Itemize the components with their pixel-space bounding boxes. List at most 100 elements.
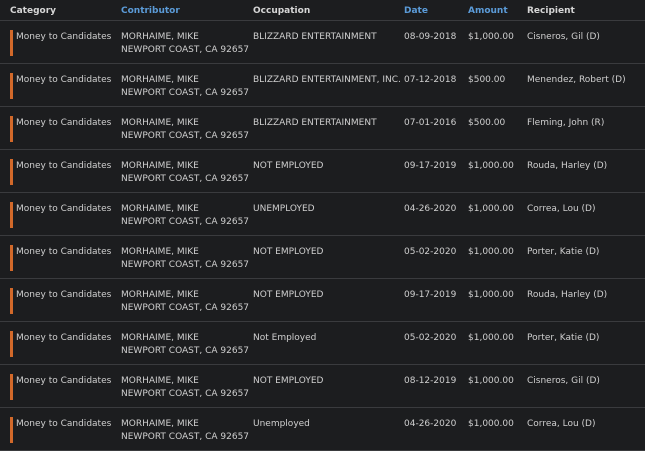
date-cell: 07-01-2016 [404, 118, 457, 128]
column-header-recipient: Recipient [527, 6, 575, 16]
category-color-bar [10, 245, 13, 271]
contributor-location: NEWPORT COAST, CA 92657 [121, 174, 250, 184]
amount-cell: $500.00 [468, 75, 506, 85]
occupation-cell: UNEMPLOYED [253, 204, 315, 214]
contributor-name: MORHAIME, MIKE [121, 290, 199, 300]
contributor-name: MORHAIME, MIKE [121, 376, 199, 386]
column-header-contributor-sort[interactable]: Contributor [121, 6, 180, 16]
occupation-cell: BLIZZARD ENTERTAINMENT [253, 118, 377, 128]
contributor-cell: MORHAIME, MIKE NEWPORT COAST, CA 92657 [121, 246, 249, 272]
table-row: Money to Candidates MORHAIME, MIKE NEWPORT… [0, 365, 645, 408]
date-cell: 05-02-2020 [404, 333, 457, 343]
contributor-cell: MORHAIME, MIKE NEWPORT COAST, CA 92657 [121, 160, 249, 186]
column-header-date-sort[interactable]: Date [404, 6, 428, 16]
contributor-cell: MORHAIME, MIKE NEWPORT COAST, CA 92657 [121, 289, 249, 315]
occupation-cell: Not Employed [253, 333, 317, 343]
category-color-bar [10, 159, 13, 185]
recipient-cell: Menendez, Robert (D) [527, 75, 626, 85]
occupation-cell: BLIZZARD ENTERTAINMENT, INC. [253, 75, 401, 85]
category-cell: Money to Candidates [16, 118, 112, 128]
contributor-cell: MORHAIME, MIKE NEWPORT COAST, CA 92657 [121, 31, 249, 57]
recipient-cell: Fleming, John (R) [527, 118, 605, 128]
contributor-location: NEWPORT COAST, CA 92657 [121, 88, 250, 98]
table-row: Money to Candidates MORHAIME, MIKE NEWPORT… [0, 408, 645, 451]
amount-cell: $1,000.00 [468, 32, 514, 42]
category-cell: Money to Candidates [16, 204, 112, 214]
contributor-cell: MORHAIME, MIKE NEWPORT COAST, CA 92657 [121, 375, 249, 401]
contributor-location: NEWPORT COAST, CA 92657 [121, 389, 250, 399]
contributor-cell: MORHAIME, MIKE NEWPORT COAST, CA 92657 [121, 332, 249, 358]
table-row: Money to Candidates MORHAIME, MIKE NEWPORT… [0, 21, 645, 64]
table-row: Money to Candidates MORHAIME, MIKE NEWPORT… [0, 236, 645, 279]
contributions-table: Category Contributor Occupation Date Amo… [0, 0, 645, 451]
contributor-name: MORHAIME, MIKE [121, 161, 199, 171]
table-row: Money to Candidates MORHAIME, MIKE NEWPORT… [0, 64, 645, 107]
amount-cell: $1,000.00 [468, 161, 514, 171]
category-color-bar [10, 202, 13, 228]
amount-cell: $1,000.00 [468, 204, 514, 214]
category-color-bar [10, 73, 13, 99]
category-color-bar [10, 288, 13, 314]
table-body: Money to Candidates MORHAIME, MIKE NEWPORT… [0, 21, 645, 451]
contributor-location: NEWPORT COAST, CA 92657 [121, 432, 250, 442]
recipient-cell: Correa, Lou (D) [527, 419, 596, 429]
column-header-category: Category [10, 6, 57, 16]
recipient-cell: Cisneros, Gil (D) [527, 32, 600, 42]
category-cell: Money to Candidates [16, 32, 112, 42]
category-cell: Money to Candidates [16, 75, 112, 85]
contributor-location: NEWPORT COAST, CA 92657 [121, 303, 250, 313]
contributor-location: NEWPORT COAST, CA 92657 [121, 131, 250, 141]
contributor-name: MORHAIME, MIKE [121, 204, 199, 214]
category-cell: Money to Candidates [16, 290, 112, 300]
contributor-name: MORHAIME, MIKE [121, 75, 199, 85]
category-color-bar [10, 417, 13, 443]
contributor-name: MORHAIME, MIKE [121, 247, 199, 257]
occupation-cell: BLIZZARD ENTERTAINMENT [253, 32, 377, 42]
occupation-cell: NOT EMPLOYED [253, 290, 324, 300]
category-color-bar [10, 30, 13, 56]
occupation-cell: Unemployed [253, 419, 310, 429]
recipient-cell: Porter, Katie (D) [527, 333, 600, 343]
amount-cell: $1,000.00 [468, 376, 514, 386]
contributor-cell: MORHAIME, MIKE NEWPORT COAST, CA 92657 [121, 117, 249, 143]
contributor-location: NEWPORT COAST, CA 92657 [121, 346, 250, 356]
amount-cell: $1,000.00 [468, 333, 514, 343]
date-cell: 05-02-2020 [404, 247, 457, 257]
category-color-bar [10, 374, 13, 400]
category-cell: Money to Candidates [16, 247, 112, 257]
recipient-cell: Rouda, Harley (D) [527, 161, 608, 171]
contributor-name: MORHAIME, MIKE [121, 32, 199, 42]
recipient-cell: Rouda, Harley (D) [527, 290, 608, 300]
table-row: Money to Candidates MORHAIME, MIKE NEWPORT… [0, 150, 645, 193]
category-cell: Money to Candidates [16, 333, 112, 343]
recipient-cell: Correa, Lou (D) [527, 204, 596, 214]
recipient-cell: Cisneros, Gil (D) [527, 376, 600, 386]
category-cell: Money to Candidates [16, 161, 112, 171]
contributor-name: MORHAIME, MIKE [121, 333, 199, 343]
table-row: Money to Candidates MORHAIME, MIKE NEWPORT… [0, 279, 645, 322]
occupation-cell: NOT EMPLOYED [253, 376, 324, 386]
category-color-bar [10, 116, 13, 142]
amount-cell: $1,000.00 [468, 247, 514, 257]
contributor-cell: MORHAIME, MIKE NEWPORT COAST, CA 92657 [121, 203, 249, 229]
category-color-bar [10, 331, 13, 357]
contributor-name: MORHAIME, MIKE [121, 118, 199, 128]
date-cell: 08-12-2019 [404, 376, 457, 386]
contributor-location: NEWPORT COAST, CA 92657 [121, 217, 250, 227]
date-cell: 04-26-2020 [404, 204, 457, 214]
amount-cell: $500.00 [468, 118, 506, 128]
date-cell: 04-26-2020 [404, 419, 457, 429]
occupation-cell: NOT EMPLOYED [253, 161, 324, 171]
contributor-cell: MORHAIME, MIKE NEWPORT COAST, CA 92657 [121, 74, 249, 100]
contributor-location: NEWPORT COAST, CA 92657 [121, 260, 250, 270]
contributor-cell: MORHAIME, MIKE NEWPORT COAST, CA 92657 [121, 418, 249, 444]
table-row: Money to Candidates MORHAIME, MIKE NEWPORT… [0, 107, 645, 150]
occupation-cell: NOT EMPLOYED [253, 247, 324, 257]
table-row: Money to Candidates MORHAIME, MIKE NEWPORT… [0, 322, 645, 365]
recipient-cell: Porter, Katie (D) [527, 247, 600, 257]
contributor-name: MORHAIME, MIKE [121, 419, 199, 429]
column-header-amount-sort[interactable]: Amount [468, 6, 508, 16]
date-cell: 07-12-2018 [404, 75, 457, 85]
table-header-row: Category Contributor Occupation Date Amo… [0, 0, 645, 21]
date-cell: 08-09-2018 [404, 32, 457, 42]
